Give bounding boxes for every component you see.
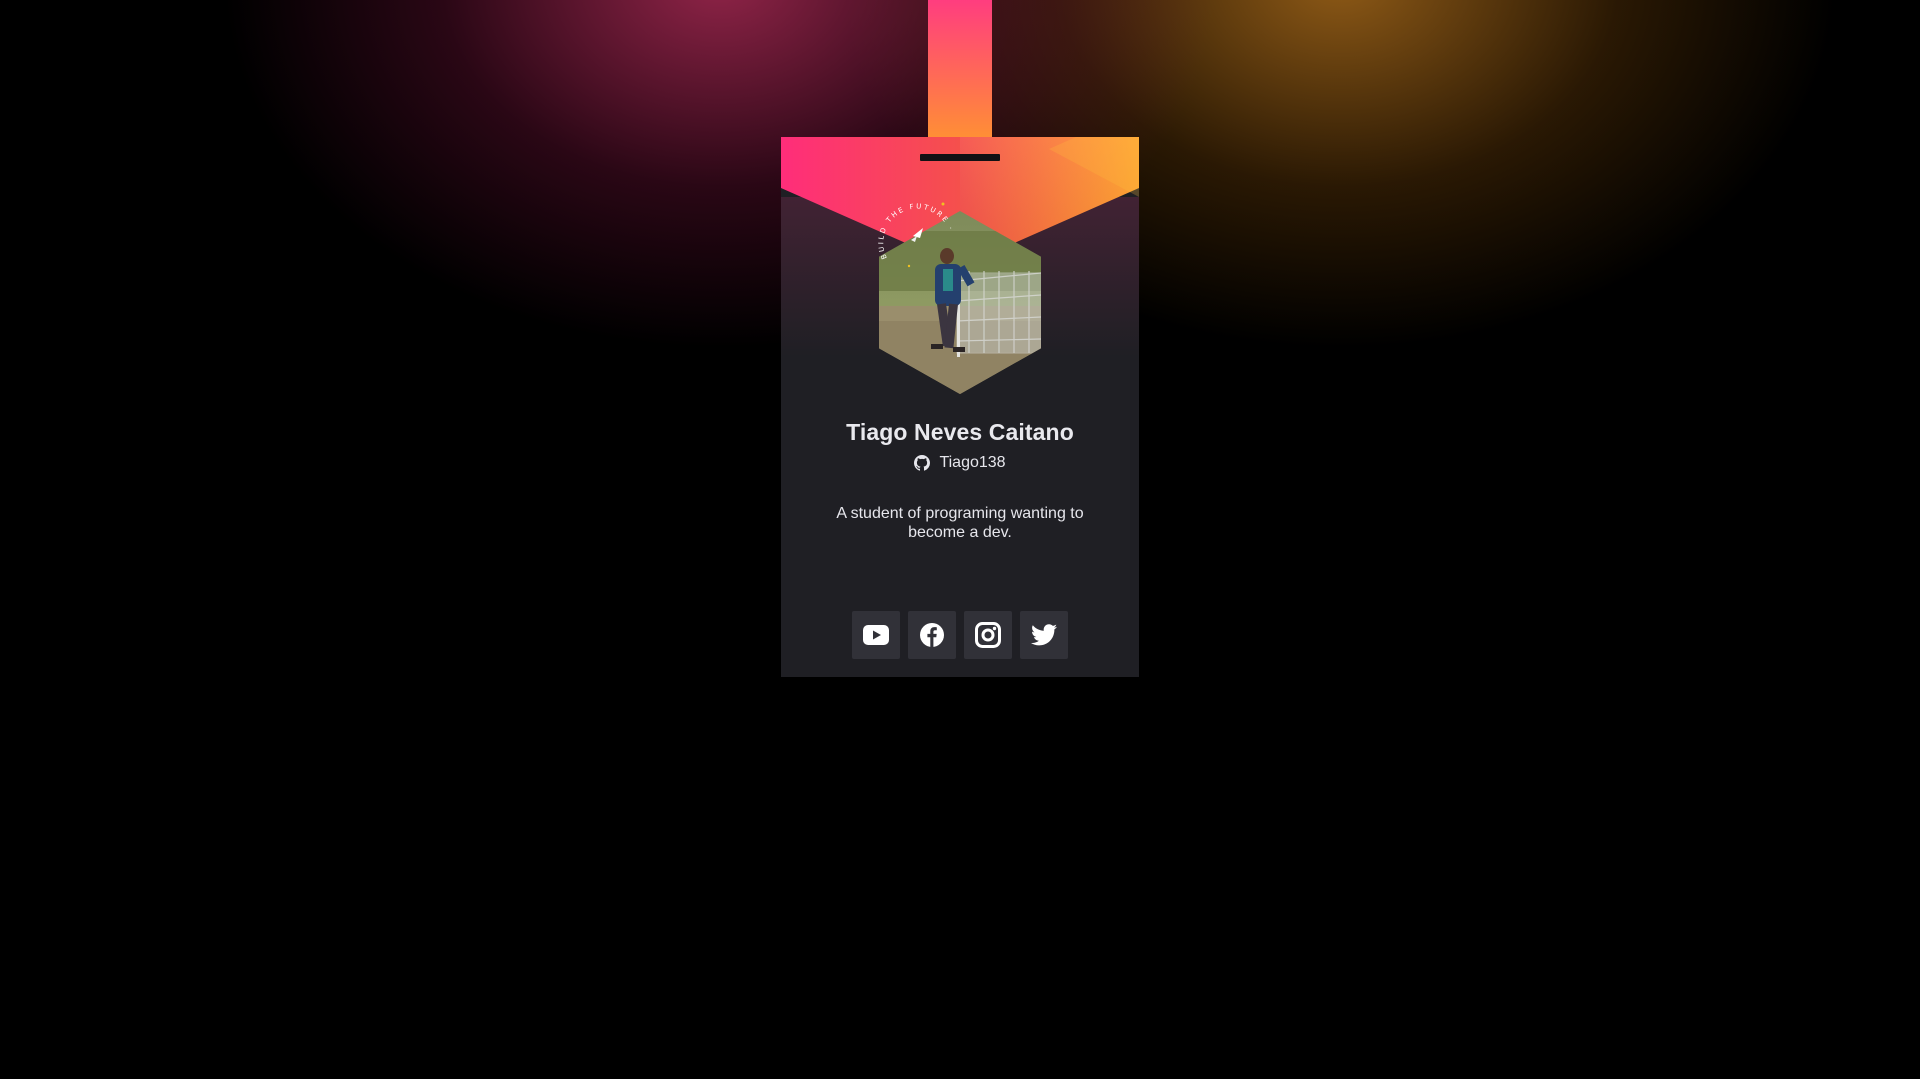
instagram-icon [975,622,1001,648]
github-username: Tiago138 [939,454,1006,471]
youtube-icon [863,625,889,645]
youtube-button[interactable] [852,611,900,659]
github-link[interactable]: Tiago138 [781,454,1139,472]
rocketseat-seal-icon: BUILD THE FUTURE · ROCKETSEAT · [873,192,957,268]
facebook-icon [920,623,944,647]
twitter-button[interactable] [1020,611,1068,659]
facebook-button[interactable] [908,611,956,659]
profile-bio: A student of programing wanting to becom… [836,505,1084,541]
twitter-icon [1031,624,1057,646]
instagram-button[interactable] [964,611,1012,659]
lanyard-strap [928,0,992,157]
profile-name: Tiago Neves Caitano [846,419,1074,445]
social-links [781,611,1139,659]
badge-card: BUILD THE FUTURE · ROCKETSEAT · Tiago Ne… [781,137,1139,677]
page-background: BUILD THE FUTURE · ROCKETSEAT · Tiago Ne… [0,0,1920,1079]
lanyard-clip [920,154,1000,161]
github-icon [914,455,931,471]
svg-text:BUILD THE FUTURE · ROCKETSEAT: BUILD THE FUTURE · ROCKETSEAT · [873,192,957,260]
